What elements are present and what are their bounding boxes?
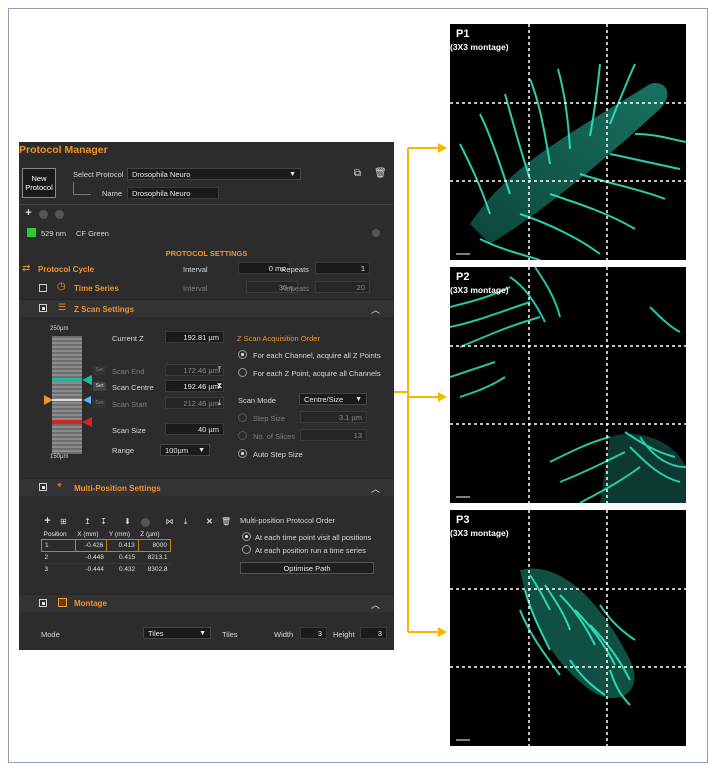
image-sublabel: (3X3 montage) [450, 528, 509, 538]
p1-microscopy-view [450, 24, 686, 260]
montage-image-p2: P2 (3X3 montage) [450, 267, 686, 503]
montage-image-p3: P3 (3X3 montage) [450, 510, 686, 746]
p2-microscopy-view [450, 267, 686, 503]
montage-image-p1: P1 (3X3 montage) [450, 24, 686, 260]
image-label: P1 [456, 28, 470, 40]
image-label: P3 [456, 514, 470, 526]
image-label: P2 [456, 271, 470, 283]
p3-microscopy-view [450, 510, 686, 746]
image-sublabel: (3X3 montage) [450, 285, 509, 295]
image-sublabel: (3X3 montage) [450, 42, 509, 52]
